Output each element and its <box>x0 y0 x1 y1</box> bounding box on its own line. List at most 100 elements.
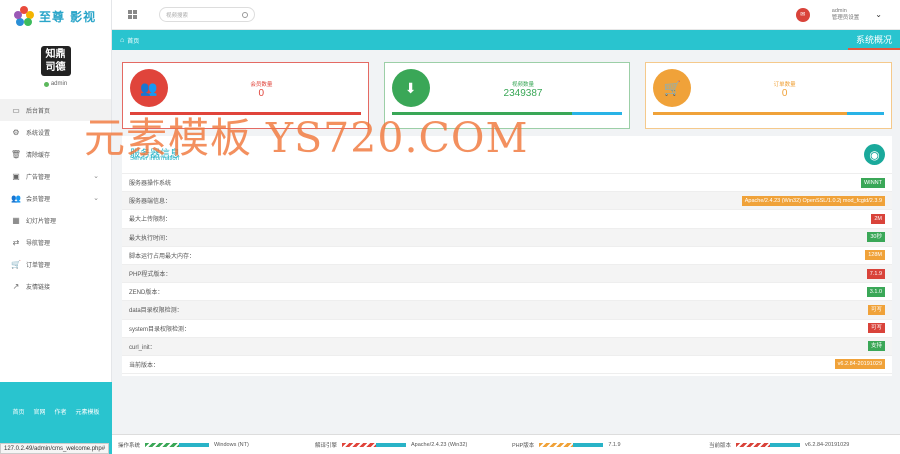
stat-label: 视频数量 <box>512 82 535 88</box>
external-link-icon: ↗ <box>12 281 20 291</box>
row-label: 最大执行时间： <box>129 235 172 242</box>
table-row: 服务器端信息： Apache/2.4.23 (Win32) OpenSSL/1.0… <box>122 192 892 211</box>
sidebar-item-5[interactable]: ▦ 幻灯片管理 <box>0 209 111 231</box>
user-panel: 知鼎 司德 admin <box>0 32 111 87</box>
table-row: 服务器操作系统 WINNT <box>122 174 892 193</box>
mail-icon[interactable]: ✉ <box>795 7 810 22</box>
sidebar-item-4[interactable]: 👥 会员管理 ⌄ <box>0 187 111 209</box>
table-row: system目录权限检测： 可写 <box>122 320 892 338</box>
row-label: system目录权限检测： <box>129 326 191 333</box>
topbar: 视频搜索 ✉ admin 管理员设置 ⌄ <box>112 0 900 30</box>
row-label: 当前版本： <box>129 362 160 369</box>
stat-card[interactable]: ⬇ 视频数量 2349387 <box>383 62 631 129</box>
strip-label: 操作系统 <box>118 442 141 449</box>
strip-bar <box>539 442 604 447</box>
admin-status: admin <box>0 81 111 87</box>
row-label: curl_init： <box>129 344 156 351</box>
stat-card[interactable]: 🛒 订单数量 0 <box>645 62 893 129</box>
table-row: data目录权限检测： 可写 <box>122 301 892 320</box>
table-row: curl_init： 支持 <box>122 337 892 356</box>
stat-card[interactable]: 👥 会员数量 0 <box>122 62 369 129</box>
table-icon: ▦ <box>12 215 20 225</box>
sidebar-item-label: 幻灯片管理 <box>26 218 57 225</box>
strip-value: 7.1.9 <box>608 441 621 448</box>
chevron-down-icon: ⌄ <box>93 195 99 202</box>
sidebar-item-0[interactable]: ▭ 后台首页 <box>0 99 111 121</box>
status-badge: 2M <box>871 213 885 224</box>
sidebar-item-label: 清除缓存 <box>26 152 51 159</box>
status-badge: 7.1.9 <box>866 268 885 279</box>
footer-link[interactable]: 首页 <box>12 407 24 416</box>
strip-value: Apache/2.4.23 (Win32) <box>411 441 468 448</box>
home-icon[interactable]: ⌂ <box>120 37 124 44</box>
grid-menu-icon[interactable] <box>128 10 137 19</box>
cart-icon: 🛒 <box>11 259 21 269</box>
sidebar-item-2[interactable]: 🗑 清除缓存 <box>0 143 111 165</box>
table-row: 当前版本： v6.2.84-20191029 <box>122 356 892 375</box>
sidebar-item-3[interactable]: ▣ 广告管理 ⌄ <box>0 165 111 187</box>
topbar-right: ✉ admin 管理员设置 ⌄ <box>795 7 882 22</box>
stat-progress-bar <box>130 112 361 115</box>
panel-subtitle: Server information <box>130 156 180 162</box>
strip-bar <box>145 442 210 447</box>
sidebar-item-label: 广告管理 <box>26 174 51 181</box>
search-input[interactable]: 视频搜索 <box>159 7 255 22</box>
status-badge: 30秒 <box>867 232 885 243</box>
sidebar-item-label: 会员管理 <box>26 196 51 203</box>
row-label: 脚本运行占用最大内存： <box>129 253 196 260</box>
online-status-icon <box>43 81 49 87</box>
stat-progress-bar <box>391 112 623 115</box>
stat-value: 0 <box>781 88 788 99</box>
stat-label: 会员数量 <box>250 82 273 88</box>
sidebar-item-7[interactable]: 🛒 订单管理 <box>0 253 111 275</box>
page-title: 系统概况 <box>847 30 900 50</box>
footer-link[interactable]: 元素模板 <box>76 407 100 416</box>
stat-progress-bar <box>653 112 884 115</box>
sidebar-item-label: 订单管理 <box>26 262 51 269</box>
strip-bar <box>736 442 801 447</box>
avatar-text-1: 知鼎 <box>45 49 66 60</box>
user-menu[interactable]: admin 管理员设置 <box>832 8 860 22</box>
sidebar-item-6[interactable]: ⇄ 导航管理 <box>0 231 111 253</box>
status-strip: 操作系统 Windows (NT) 解译引擎 Apache/2.4.23 (Win32… <box>112 434 900 454</box>
breadcrumb-home[interactable]: 首页 <box>127 36 139 45</box>
strip-label: PHP版本 <box>512 442 535 449</box>
sidebar-item-label: 系统设置 <box>26 130 51 137</box>
brand[interactable]: 至尊 影视 <box>0 0 111 32</box>
status-badge: Apache/2.4.23 (Win32) OpenSSL/1.0.2j mod… <box>741 195 885 206</box>
footer-link[interactable]: 作者 <box>55 407 67 416</box>
stat-cards: 👥 会员数量 0 ⬇ 视频数量 2349387 🛒 订单数量 0 <box>122 62 893 129</box>
chevron-down-icon[interactable]: ⌄ <box>875 10 882 19</box>
search-icon[interactable] <box>242 11 248 18</box>
sidebar-item-label: 导航管理 <box>26 240 51 247</box>
table-row: ZEND版本： 3.1.0 <box>122 283 892 302</box>
sidebar-nav: ▭ 后台首页 ⚙ 系统设置 🗑 清除缓存 ▣ 广告管理 ⌄ 👥 会员管理 ⌄ ▦ 幻灯片管理 ⇄ 导航管理 🛒 订… <box>0 99 111 297</box>
strip-value: v6.2.84-20191029 <box>805 441 850 448</box>
avatar[interactable]: 知鼎 司德 <box>40 46 71 76</box>
strip-cell: PHP版本 7.1.9 <box>506 441 703 449</box>
status-badge: 可写 <box>867 304 885 315</box>
brand-name: 至尊 影视 <box>39 9 97 24</box>
sidebar-item-label: 友情链接 <box>26 284 51 291</box>
status-url: 127.0.2.49/admin/cms_welcome.php# <box>0 443 110 454</box>
sidebar-item-label: 后台首页 <box>26 108 51 115</box>
stat-value: 0 <box>258 88 265 99</box>
sidebar-item-1[interactable]: ⚙ 系统设置 <box>0 121 111 143</box>
table-row: 最大上传限制： 2M <box>122 210 892 229</box>
sidebar-item-8[interactable]: ↗ 友情链接 <box>0 275 111 297</box>
strip-label: 解译引擎 <box>315 442 338 449</box>
table-row: PHP程式版本： 7.1.9 <box>122 264 892 284</box>
globe-icon: ◉ <box>864 144 885 165</box>
users-icon: 👥 <box>11 193 21 203</box>
footer-link[interactable]: 官网 <box>33 407 45 416</box>
strip-cell: 当前版本 v6.2.84-20191029 <box>703 441 900 449</box>
avatar-text-2: 司德 <box>45 62 66 73</box>
row-label: PHP程式版本： <box>129 272 172 279</box>
search-placeholder: 视频搜索 <box>166 12 189 19</box>
strip-cell: 解译引擎 Apache/2.4.23 (Win32) <box>309 441 506 449</box>
stat-label: 订单数量 <box>773 82 796 88</box>
topbar-user-name: admin <box>831 7 847 14</box>
flower-logo-icon <box>14 6 34 26</box>
row-label: ZEND版本： <box>129 290 164 297</box>
trash-icon: 🗑 <box>10 149 22 159</box>
